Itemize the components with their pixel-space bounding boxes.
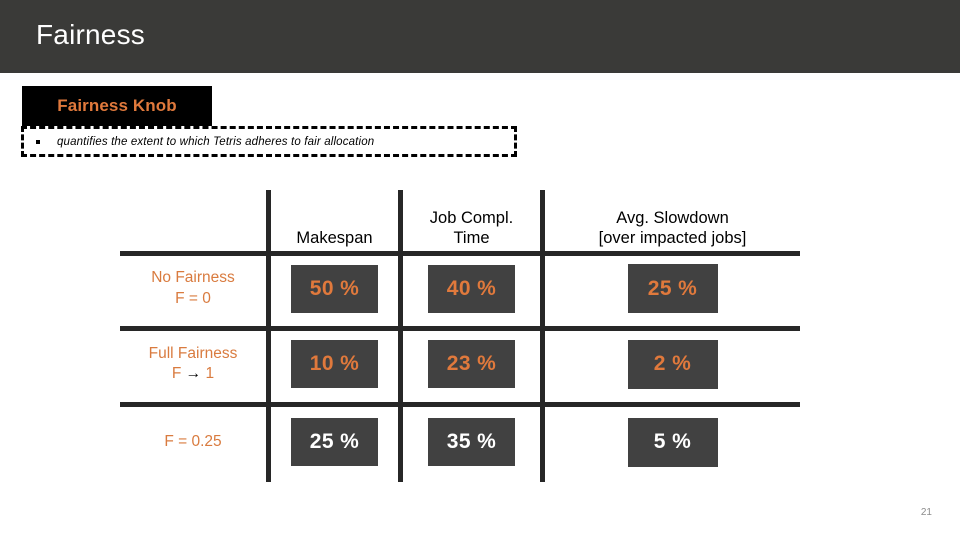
value-badge: 40 % bbox=[428, 264, 515, 313]
value-badge: 23 % bbox=[428, 340, 515, 388]
column-header-line1: Job Compl. bbox=[429, 208, 514, 227]
table-row-label-no-fairness: No Fairness F = 0 bbox=[120, 251, 266, 326]
value-badge: 25 % bbox=[627, 264, 718, 313]
row-label-line2: F = 0 bbox=[175, 289, 211, 309]
fairness-knob-description-box: quantifies the extent to which Tetris ad… bbox=[21, 126, 517, 157]
table-cell: 35 % bbox=[403, 402, 540, 482]
row-label-line2: F = 0.25 bbox=[164, 432, 221, 452]
table-cell: 2 % bbox=[545, 326, 800, 402]
table-row-label-f-025: F = 0.25 bbox=[120, 402, 266, 482]
slide-title-bar: Fairness bbox=[0, 0, 960, 73]
table-cell: 5 % bbox=[545, 402, 800, 482]
column-header-line1: Makespan bbox=[296, 228, 373, 247]
page-title: Fairness bbox=[36, 19, 145, 50]
fairness-knob-description-text: quantifies the extent to which Tetris ad… bbox=[57, 135, 375, 148]
table-column-header-job-completion-time: Job Compl. Time bbox=[403, 190, 540, 251]
value-badge: 25 % bbox=[291, 418, 378, 466]
value-badge: 2 % bbox=[627, 339, 718, 389]
column-header-line2: Time bbox=[453, 228, 490, 247]
arrow-icon: → bbox=[185, 365, 202, 382]
table-row-label-full-fairness: Full Fairness F → 1 bbox=[120, 326, 266, 402]
row-label-line2-text: F = 0 bbox=[175, 289, 211, 307]
table-column-header-avg-slowdown: Avg. Slowdown [over impacted jobs] bbox=[545, 190, 800, 251]
value-badge: 10 % bbox=[291, 340, 378, 388]
table-cell: 25 % bbox=[545, 251, 800, 326]
table-cell: 40 % bbox=[403, 251, 540, 326]
row-label-line1: No Fairness bbox=[151, 269, 235, 287]
fairness-knob-banner: Fairness Knob bbox=[22, 86, 212, 126]
value-badge: 5 % bbox=[627, 417, 718, 467]
row-label-line2-suffix: 1 bbox=[201, 365, 215, 382]
table-cell: 23 % bbox=[403, 326, 540, 402]
fairness-knob-banner-label: Fairness Knob bbox=[57, 96, 177, 115]
slide-canvas: Fairness Fairness Knob quantifies the ex… bbox=[0, 0, 960, 540]
value-badge: 35 % bbox=[428, 418, 515, 466]
slide-page-number: 21 bbox=[920, 507, 932, 518]
value-badge: 50 % bbox=[291, 264, 378, 313]
row-label-line1: Full Fairness bbox=[148, 344, 238, 362]
row-label-line2: F → 1 bbox=[172, 364, 214, 384]
row-label-line2-text: F = 0.25 bbox=[164, 432, 222, 450]
column-header-line2: [over impacted jobs] bbox=[598, 228, 747, 247]
row-label-line2-text: F bbox=[171, 365, 186, 382]
square-bullet-icon bbox=[36, 139, 40, 144]
fairness-results-table: Makespan Job Compl. Time Avg. Slowdown [… bbox=[120, 190, 800, 482]
table-cell: 10 % bbox=[271, 326, 398, 402]
table-cell: 50 % bbox=[271, 251, 398, 326]
table-column-header-makespan: Makespan bbox=[271, 190, 398, 251]
column-header-line1: Avg. Slowdown bbox=[616, 208, 729, 227]
table-cell: 25 % bbox=[271, 402, 398, 482]
